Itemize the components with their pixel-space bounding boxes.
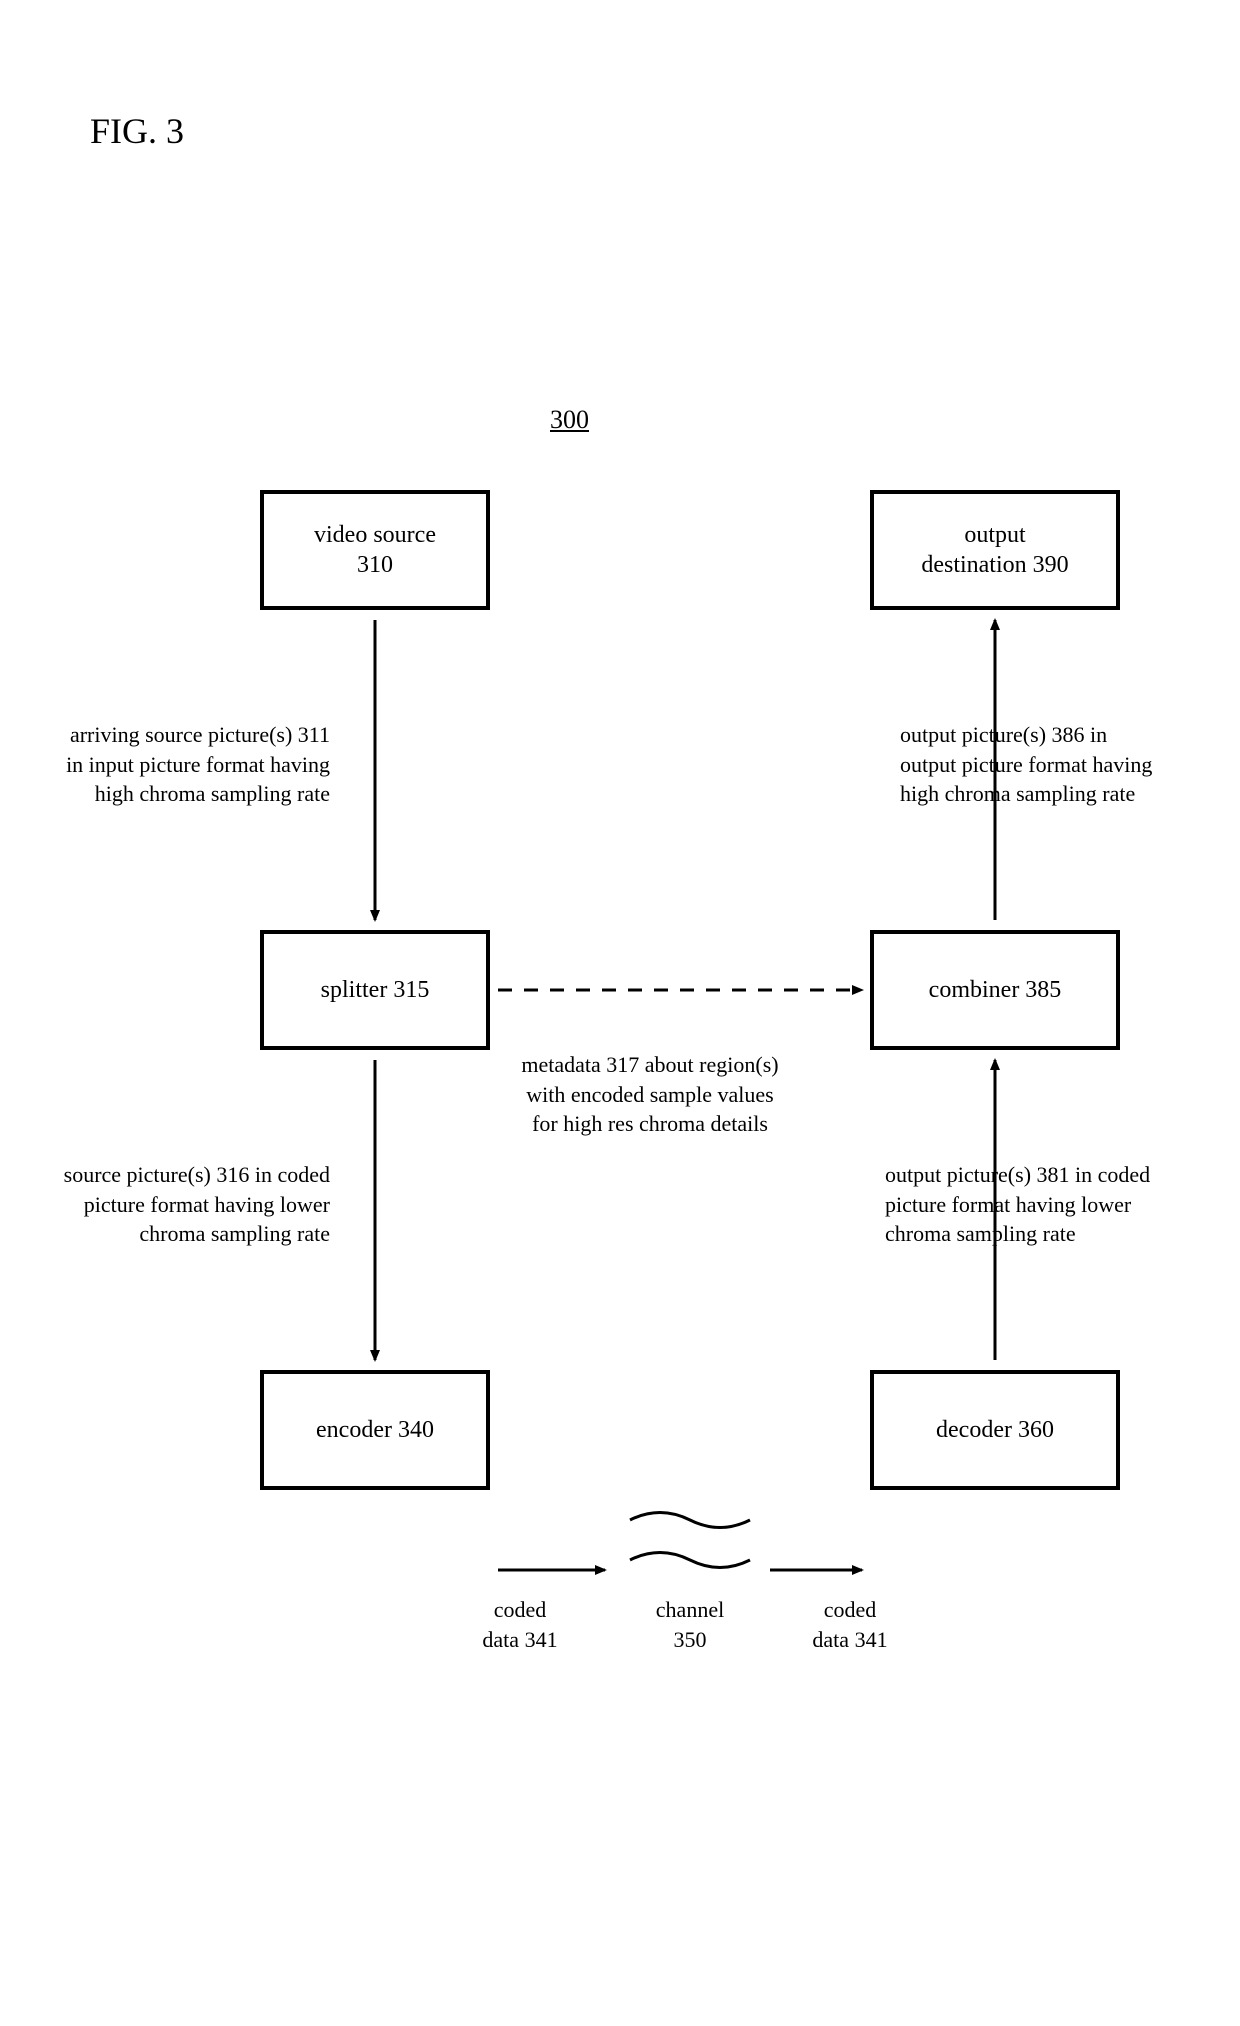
label-output-coded: output picture(s) 381 in codedpicture fo… (885, 1160, 1215, 1249)
label-coded-data-left: codeddata 341 (470, 1595, 570, 1654)
box-decoder: decoder 360 (870, 1370, 1120, 1490)
label-channel: channel350 (635, 1595, 745, 1654)
label-arriving-source: arriving source picture(s) 311in input p… (40, 720, 330, 809)
box-video-source: video source310 (260, 490, 490, 610)
label-output-high: output picture(s) 386 inoutput picture f… (900, 720, 1210, 809)
figure-ref: 300 (550, 405, 589, 435)
channel-wave-bottom (630, 1553, 750, 1568)
diagram-page: FIG. 3 300 video source310 splitter 315 … (0, 0, 1240, 2026)
channel-wave-top (630, 1513, 750, 1528)
box-splitter: splitter 315 (260, 930, 490, 1050)
box-combiner: combiner 385 (870, 930, 1120, 1050)
label-source-coded: source picture(s) 316 in codedpicture fo… (30, 1160, 330, 1249)
figure-title: FIG. 3 (90, 110, 184, 152)
box-output-destination: outputdestination 390 (870, 490, 1120, 610)
label-coded-data-right: codeddata 341 (800, 1595, 900, 1654)
label-metadata: metadata 317 about region(s)with encoded… (490, 1050, 810, 1139)
box-encoder: encoder 340 (260, 1370, 490, 1490)
